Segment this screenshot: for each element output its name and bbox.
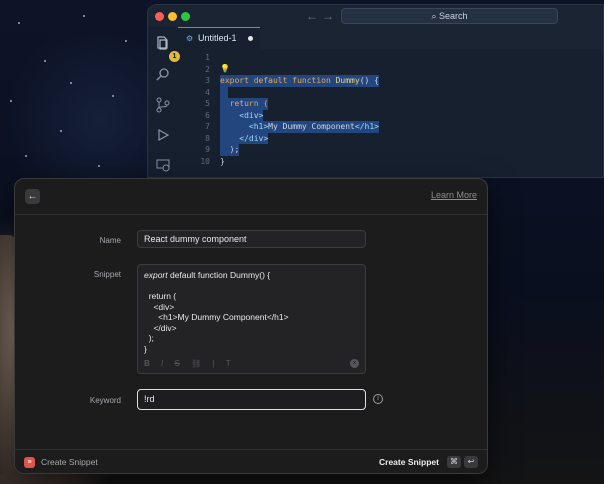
line-number: 4 bbox=[205, 87, 210, 97]
star bbox=[10, 100, 12, 102]
search-view-icon[interactable] bbox=[155, 67, 171, 83]
arrow-left-icon: ← bbox=[27, 191, 38, 202]
line-number: 2 bbox=[205, 64, 210, 74]
star bbox=[60, 130, 62, 132]
window-maximize-button[interactable] bbox=[181, 12, 190, 21]
header-divider bbox=[15, 214, 487, 215]
editor-tabbar: ⚙ Untitled-1 bbox=[178, 27, 603, 49]
footer-title: Create Snippet bbox=[41, 457, 98, 467]
snippet-label: Snippet bbox=[93, 270, 121, 279]
tab-untitled-1[interactable]: ⚙ Untitled-1 bbox=[178, 27, 260, 49]
snippet-line: ); bbox=[144, 333, 154, 343]
name-field[interactable]: React dummy component bbox=[137, 230, 366, 248]
link-button[interactable]: ⛓ bbox=[191, 359, 201, 368]
line-number-gutter: 1 2 3 4 5 6 7 8 9 10 bbox=[178, 49, 214, 177]
star bbox=[25, 155, 27, 157]
run-debug-icon[interactable] bbox=[155, 127, 171, 143]
keyword-label: Keyword bbox=[89, 396, 121, 405]
command-key-icon: ⌘ bbox=[447, 456, 461, 468]
star bbox=[44, 60, 46, 62]
code-editor-window: ← → ⌕ Search 1 ⚙ Untitled-1 1 2 3 4 5 6 … bbox=[147, 4, 604, 178]
action-footer: ≡ Create Snippet Create Snippet ⌘ ↩ bbox=[15, 449, 487, 473]
star bbox=[18, 22, 20, 24]
line-number: 3 bbox=[205, 76, 210, 85]
command-search-bar[interactable]: ⌕ Search bbox=[341, 8, 558, 24]
line-number: 9 bbox=[205, 145, 210, 154]
editor-titlebar: ← → ⌕ Search bbox=[148, 5, 603, 27]
source-control-icon[interactable] bbox=[155, 97, 171, 113]
snippet-line: <h1>My Dummy Component</h1> bbox=[144, 312, 289, 322]
italic-button[interactable]: I bbox=[161, 359, 163, 368]
window-minimize-button[interactable] bbox=[168, 12, 177, 21]
star bbox=[125, 40, 127, 42]
name-label: Name bbox=[99, 236, 121, 245]
strikethrough-button[interactable]: S bbox=[174, 359, 179, 368]
code-line: } bbox=[220, 156, 225, 166]
code-line: <h1>My Dummy Component</h1> bbox=[220, 121, 379, 133]
snippet-line: return ( bbox=[144, 291, 177, 301]
code-line: <div> bbox=[220, 109, 264, 121]
search-label: Search bbox=[439, 11, 468, 21]
keyword-field[interactable]: !rd bbox=[137, 389, 366, 410]
snippet-line: } bbox=[144, 343, 147, 354]
lightbulb-icon[interactable]: 💡 bbox=[220, 64, 230, 73]
unsaved-dot-icon[interactable] bbox=[248, 36, 253, 41]
code-line bbox=[220, 86, 228, 98]
file-icon: ⚙ bbox=[186, 34, 194, 43]
line-number: 8 bbox=[205, 133, 210, 143]
line-number: 1 bbox=[205, 53, 210, 62]
learn-more-link[interactable]: Learn More bbox=[431, 190, 477, 200]
star bbox=[98, 165, 100, 167]
clear-format-button[interactable]: T bbox=[226, 359, 231, 368]
code-line: </div> bbox=[220, 132, 269, 144]
activity-bar: 1 bbox=[148, 27, 180, 177]
star bbox=[70, 82, 72, 84]
snippet-textarea[interactable]: export default function Dummy() { return… bbox=[137, 264, 366, 374]
back-button[interactable]: ← bbox=[25, 189, 40, 204]
code-line: return ( bbox=[220, 98, 269, 110]
window-close-button[interactable] bbox=[155, 12, 164, 21]
tab-label: Untitled-1 bbox=[198, 33, 237, 43]
code-line: export default function Dummy() { bbox=[220, 75, 379, 87]
line-number: 7 bbox=[205, 122, 210, 131]
star bbox=[83, 15, 85, 17]
forward-arrow-icon[interactable]: → bbox=[322, 9, 334, 23]
search-icon: ⌕ bbox=[431, 11, 437, 21]
snippet-line: </div> bbox=[144, 322, 177, 333]
clear-snippet-icon[interactable]: × bbox=[350, 359, 359, 368]
explorer-icon[interactable]: 1 bbox=[155, 35, 180, 62]
code-area[interactable]: 💡 export default function Dummy() { retu… bbox=[220, 49, 603, 177]
info-icon[interactable]: i bbox=[373, 394, 383, 404]
bold-button[interactable]: B bbox=[144, 359, 150, 368]
code-line: ); bbox=[220, 144, 240, 156]
create-snippet-panel: ← Learn More Name React dummy component … bbox=[14, 178, 488, 474]
star bbox=[112, 95, 114, 97]
snippet-line: <div> bbox=[144, 301, 175, 312]
remote-explorer-icon[interactable] bbox=[155, 157, 171, 173]
line-number: 5 bbox=[205, 99, 210, 108]
create-snippet-button[interactable]: Create Snippet bbox=[379, 457, 439, 467]
toolbar-separator: | bbox=[212, 359, 215, 368]
snippet-line bbox=[144, 281, 359, 292]
return-key-icon: ↩ bbox=[464, 456, 478, 468]
line-number: 6 bbox=[205, 110, 210, 120]
back-arrow-icon[interactable]: ← bbox=[306, 9, 318, 23]
snippet-line: export default function Dummy() { bbox=[144, 270, 271, 280]
format-toolbar: B I S ⛓ | T bbox=[144, 359, 240, 368]
snippet-app-icon: ≡ bbox=[24, 457, 35, 468]
line-number: 10 bbox=[200, 156, 210, 166]
